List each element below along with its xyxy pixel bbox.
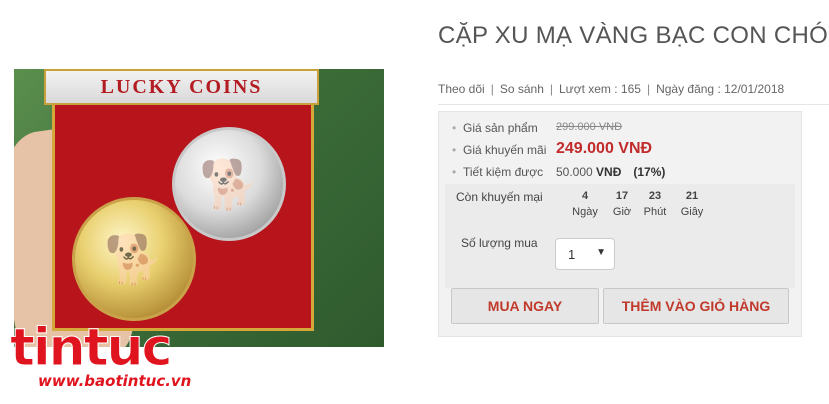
savings-amount: 50.000 — [556, 165, 593, 179]
savings-currency: VNĐ — [596, 165, 622, 179]
countdown-seconds-value: 21 — [685, 190, 699, 202]
countdown-seconds-unit: Giây — [680, 206, 704, 218]
bullet-icon: • — [452, 165, 457, 179]
quantity-select[interactable]: 1 ▼ — [555, 238, 615, 270]
sale-price: 249.000 VNĐ — [556, 140, 653, 157]
sale-price-label: Giá khuyến mãi — [463, 143, 547, 157]
add-to-cart-button[interactable]: THÊM VÀO GIỎ HÀNG — [603, 288, 789, 324]
watermark-url: www.baotintuc.vn — [38, 372, 192, 390]
order-box: Còn khuyến mại 4 Ngày 17 Giờ 23 Phút 21 … — [445, 184, 795, 288]
countdown-days-unit: Ngày — [572, 206, 598, 218]
countdown-hours-value: 17 — [615, 190, 629, 202]
countdown-hours-unit: Giờ — [612, 206, 632, 218]
quantity-label: Số lượng mua — [461, 236, 538, 250]
buy-now-button[interactable]: MUA NGAY — [451, 288, 599, 324]
savings-percent: (17%) — [633, 165, 666, 179]
watermark-logo: tintuc — [9, 318, 172, 378]
product-meta: Theo dõi | So sánh | Lượt xem : 165 | Ngày đăn… — [438, 82, 785, 96]
follow-link[interactable]: Theo dõi — [438, 82, 485, 96]
original-price-row: • Giá sản phẩm 299.000 VNĐ — [452, 121, 622, 135]
countdown-minutes-unit: Phút — [643, 206, 667, 218]
product-image[interactable]: LUCKY COINS 🐕 🐕 — [14, 69, 384, 347]
quantity-value: 1 — [568, 247, 576, 262]
savings-value: 50.000 VNĐ (17%) — [556, 165, 665, 179]
countdown-days: 4 Ngày — [570, 190, 600, 218]
view-count: Lượt xem : 165 — [559, 82, 641, 96]
countdown-hours: 17 Giờ — [607, 190, 637, 218]
posted-date: Ngày đăng : 12/01/2018 — [656, 82, 785, 96]
pricing-panel: • Giá sản phẩm 299.000 VNĐ • Giá khuyến … — [438, 111, 802, 337]
countdown-seconds: 21 Giây — [677, 190, 707, 218]
countdown-minutes-value: 23 — [648, 190, 662, 202]
countdown-minutes: 23 Phút — [640, 190, 670, 218]
sale-price-row: • Giá khuyến mãi 249.000 VNĐ — [452, 140, 652, 157]
watermark: tintuc www.baotintuc.vn — [9, 318, 195, 402]
gold-coin: 🐕 — [72, 197, 196, 321]
savings-label: Tiết kiệm được — [463, 165, 544, 179]
chevron-down-icon: ▼ — [596, 247, 606, 258]
coin-box-lid: LUCKY COINS — [44, 69, 319, 105]
bullet-icon: • — [452, 121, 457, 135]
silver-coin: 🐕 — [172, 127, 286, 241]
savings-row: • Tiết kiệm được 50.000 VNĐ (17%) — [452, 165, 665, 179]
divider — [438, 104, 829, 105]
compare-link[interactable]: So sánh — [500, 82, 544, 96]
original-price-label: Giá sản phẩm — [463, 121, 538, 135]
bullet-icon: • — [452, 143, 457, 157]
countdown-days-value: 4 — [581, 190, 589, 202]
lid-text: LUCKY COINS — [100, 75, 263, 98]
countdown-label: Còn khuyến mại — [456, 190, 543, 204]
original-price: 299.000 VNĐ — [556, 121, 623, 133]
product-title: CẶP XU MẠ VÀNG BẠC CON CHÓ V — [438, 22, 829, 49]
